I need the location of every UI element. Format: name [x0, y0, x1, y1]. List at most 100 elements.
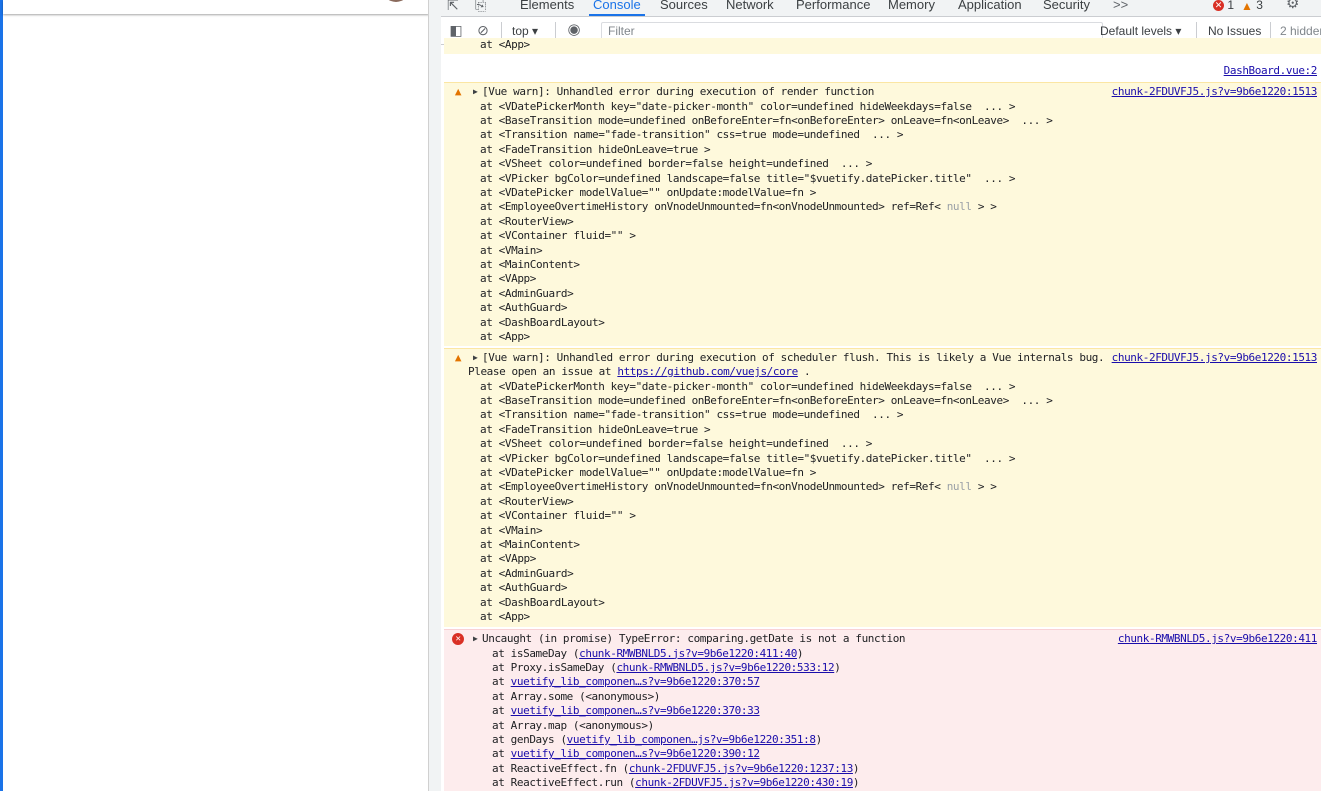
issue-suffix: .	[797, 365, 811, 378]
stack-frame: at <AuthGuard>	[480, 581, 568, 595]
stack-frame: at <MainContent>	[480, 537, 580, 551]
source-link[interactable]: chunk-2FDUVFJ5.js?v=9b6e1220:1513	[1112, 351, 1318, 365]
stack-frame: at <VApp>	[480, 552, 537, 566]
stack-frame: at <VContainer fluid="" >	[480, 509, 636, 523]
stack-frame: at <EmployeeOvertimeHistory onVnodeUnmou…	[480, 200, 997, 214]
frame-source-link[interactable]: chunk-2FDUVFJ5.js?v=9b6e1220:430:19	[635, 776, 853, 789]
stack-frame: at <VDatePicker modelValue="" onUpdate:m…	[480, 185, 817, 199]
stack-frame: at <VMain>	[480, 523, 543, 537]
frame-text: at <EmployeeOvertimeHistory onVnodeUnmou…	[480, 480, 947, 494]
tab-security[interactable]: Security	[1043, 0, 1090, 14]
frame-source-link[interactable]: vuetify_lib_componen…s?v=9b6e1220:370:57	[511, 675, 760, 688]
sidebar-toggle-icon[interactable]: ◧	[447, 22, 465, 38]
stack-frame: at <AdminGuard>	[480, 566, 574, 580]
error-counter[interactable]: ✕ 1	[1213, 0, 1234, 14]
avatar[interactable]	[382, 0, 410, 2]
stack-frame: at <RouterView>	[480, 214, 574, 228]
stack-frame: at <EmployeeOvertimeHistory onVnodeUnmou…	[480, 480, 997, 494]
toolbar-divider	[1196, 22, 1197, 39]
frame-source-link[interactable]: vuetify_lib_componen…js?v=9b6e1220:351:8	[567, 733, 816, 746]
frame-source-link[interactable]: chunk-RMWBNLD5.js?v=9b6e1220:411:40	[579, 647, 797, 660]
expand-triangle-icon[interactable]: ▶	[473, 351, 478, 365]
warning-icon: ▲	[1241, 0, 1253, 13]
toolbar-divider	[501, 22, 502, 39]
warning-message: [Vue warn]: Unhandled error during execu…	[482, 85, 875, 98]
tab-network[interactable]: Network	[726, 0, 774, 14]
stack-frame: at <FadeTransition hideOnLeave=true >	[480, 142, 711, 156]
hidden-messages-count: 2 hidden	[1280, 24, 1321, 38]
warning-message-continued: Please open an issue at https://github.c…	[468, 365, 811, 379]
stack-frame: at <BaseTransition mode=undefined onBefo…	[480, 393, 1053, 407]
frame-text: )	[852, 761, 860, 775]
log-levels-dropdown[interactable]: Default levels ▾	[1100, 23, 1181, 39]
clear-console-icon[interactable]: ⊘	[474, 22, 492, 38]
inspect-element-icon[interactable]: ⇱	[447, 0, 459, 13]
error-icon: ✕	[1213, 0, 1224, 12]
frame-text: at genDays (	[492, 732, 567, 746]
stack-frame: at <DashBoardLayout>	[480, 595, 605, 609]
stack-frame: at isSameDay (chunk-RMWBNLD5.js?v=9b6e12…	[492, 647, 804, 661]
frame-source-link[interactable]: vuetify_lib_componen…s?v=9b6e1220:370:33	[511, 704, 760, 717]
context-selector[interactable]: top ▾	[512, 23, 538, 39]
frame-source-link[interactable]: chunk-2FDUVFJ5.js?v=9b6e1220:1237:13	[629, 762, 853, 775]
stack-frame: at Array.map (<anonymous>)	[492, 719, 654, 733]
stack-frame: at <App>	[480, 38, 530, 51]
tab-memory[interactable]: Memory	[888, 0, 935, 14]
frame-text: )	[815, 732, 823, 746]
log-levels-label: Default levels	[1100, 24, 1173, 38]
stack-frame: at ReactiveEffect.run (chunk-2FDUVFJ5.js…	[492, 776, 860, 790]
dashboard-source-link[interactable]: DashBoard.vue:2	[1224, 64, 1318, 77]
frame-text: at Array.some (<anonymous>)	[492, 689, 661, 703]
source-link[interactable]: chunk-2FDUVFJ5.js?v=9b6e1220:1513	[1112, 85, 1318, 99]
expand-triangle-icon[interactable]: ▶	[473, 85, 478, 99]
warning-counter[interactable]: ▲ 3	[1241, 0, 1263, 15]
stack-frame: at <AdminGuard>	[480, 286, 574, 300]
tab-console[interactable]: Console	[589, 0, 645, 16]
warning-icon: ▲	[454, 351, 462, 364]
stack-frame: at <Transition name="fade-transition" cs…	[480, 128, 904, 142]
stack-frame: at Proxy.isSameDay (chunk-RMWBNLD5.js?v=…	[492, 661, 841, 675]
frame-text: > >	[971, 480, 997, 494]
settings-gear-icon[interactable]: ⚙	[1286, 0, 1299, 12]
tab-performance[interactable]: Performance	[796, 0, 870, 14]
device-toolbar-icon[interactable]: ⎘	[475, 0, 486, 13]
frame-text: at	[492, 747, 511, 761]
warning-icon: ▲	[454, 85, 462, 98]
frame-text: at ReactiveEffect.fn (	[492, 761, 629, 775]
stack-frame: at Array.some (<anonymous>)	[492, 690, 660, 704]
stack-frame: at <DashBoardLayout>	[480, 315, 605, 329]
expand-triangle-icon[interactable]: ▶	[473, 632, 478, 646]
stack-frame: at <VDatePickerMonth key="date-picker-mo…	[480, 379, 1016, 393]
stack-frame: at vuetify_lib_componen…s?v=9b6e1220:370…	[492, 704, 760, 718]
null-value: null	[946, 480, 972, 494]
tab-elements[interactable]: Elements	[520, 0, 574, 14]
stack-frame: at <MainContent>	[480, 257, 580, 271]
console-messages: at <App> DashBoard.vue:2 ▲ ▶ [Vue warn]:…	[441, 38, 1321, 791]
stack-frame: at <VDatePickerMonth key="date-picker-mo…	[480, 99, 1016, 113]
frame-source-link[interactable]: chunk-RMWBNLD5.js?v=9b6e1220:533:12	[616, 661, 834, 674]
stack-frame: at <VContainer fluid="" >	[480, 229, 636, 243]
more-tabs-icon[interactable]: >>	[1113, 0, 1128, 14]
console-warning: ▲ ▶ [Vue warn]: Unhandled error during e…	[444, 82, 1321, 346]
live-expression-eye-icon[interactable]: ◉	[565, 22, 583, 38]
null-value: null	[946, 200, 972, 214]
stack-frame: at <Transition name="fade-transition" cs…	[480, 408, 904, 422]
frame-text: at ReactiveEffect.run (	[492, 776, 636, 790]
stack-frame: at <VSheet color=undefined border=false …	[480, 157, 873, 171]
error-message: Uncaught (in promise) TypeError: compari…	[482, 632, 906, 645]
stack-frame: at <App>	[480, 329, 530, 343]
stack-frame: at <BaseTransition mode=undefined onBefo…	[480, 113, 1053, 127]
tab-sources[interactable]: Sources	[660, 0, 708, 14]
stack-frame: at ReactiveEffect.fn (chunk-2FDUVFJ5.js?…	[492, 761, 860, 776]
stack-frame: at vuetify_lib_componen…s?v=9b6e1220:390…	[492, 747, 760, 761]
devtools-splitter[interactable]	[428, 0, 442, 791]
vue-core-issue-link[interactable]: https://github.com/vuejs/core	[617, 365, 798, 378]
frame-text: at	[492, 704, 511, 718]
tab-application[interactable]: Application	[958, 0, 1022, 14]
stack-frame: at <AuthGuard>	[480, 301, 568, 315]
stack-frame: at <FadeTransition hideOnLeave=true >	[480, 422, 711, 436]
stack-frame: at <VMain>	[480, 243, 543, 257]
frame-source-link[interactable]: vuetify_lib_componen…s?v=9b6e1220:390:12	[511, 747, 760, 760]
issues-button[interactable]: No Issues	[1208, 23, 1261, 39]
source-link[interactable]: chunk-RMWBNLD5.js?v=9b6e1220:411	[1118, 632, 1318, 646]
